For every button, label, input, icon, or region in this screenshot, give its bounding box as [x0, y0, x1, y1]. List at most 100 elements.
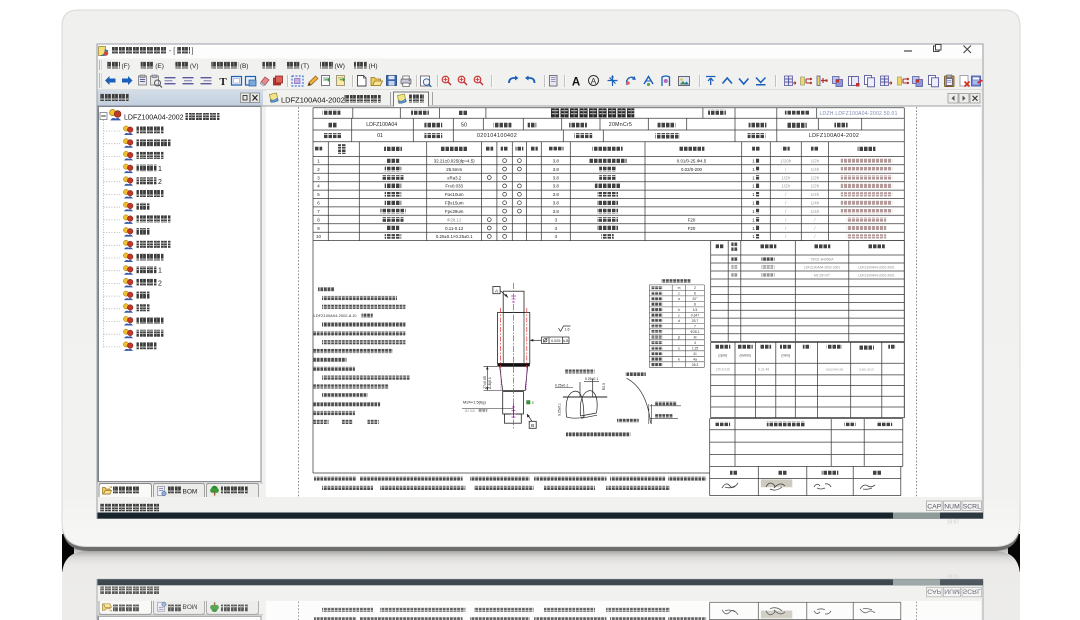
svg-text:A: A [572, 77, 580, 89]
svg-text:1.25: 1.25 [692, 347, 699, 351]
svg-text:28.3: 28.3 [692, 363, 699, 367]
svg-text:Fβ≤15um: Fβ≤15um [445, 201, 464, 206]
svg-text:SCRL: SCRL [963, 504, 981, 511]
svg-text:10: 10 [316, 234, 321, 239]
svg-text:R2.5: R2.5 [602, 383, 606, 390]
svg-text:c: c [678, 314, 680, 318]
svg-text:0.025: 0.025 [551, 339, 561, 343]
svg-text:1/2h: 1/2h [782, 175, 791, 180]
svg-text:25.5mm: 25.5mm [446, 167, 462, 172]
svg-text:3.8: 3.8 [553, 192, 560, 197]
svg-text:A: A [591, 76, 597, 86]
svg-text:Fα≤10um: Fα≤10um [445, 192, 464, 197]
svg-text:1/20h: 1/20h [780, 158, 792, 163]
svg-text:- [: - [ [169, 48, 175, 55]
svg-text:25.7: 25.7 [692, 319, 699, 323]
svg-text:41: 41 [693, 352, 697, 356]
svg-text:NUM: NUM [944, 504, 960, 511]
svg-text:3.8: 3.8 [553, 175, 560, 180]
svg-text:3.8: 3.8 [553, 167, 560, 172]
svg-text:(H): (H) [369, 63, 378, 70]
svg-text:20MnCr5: 20MnCr5 [609, 122, 632, 128]
svg-text:8: 8 [694, 303, 696, 307]
svg-text:(V): (V) [190, 63, 199, 70]
svg-text:B: B [531, 423, 534, 428]
svg-text:LDFZ100A04: LDFZ100A04 [366, 122, 397, 128]
svg-text:]: ] [192, 48, 194, 55]
svg-text:LDZH.LDFZ100A04-2002.50.01: LDZH.LDFZ100A04-2002.50.01 [820, 111, 898, 117]
svg-text:h: h [678, 308, 680, 312]
svg-text:1: 1 [158, 268, 162, 275]
svg-text:0.21-48: 0.21-48 [758, 368, 769, 372]
svg-text:z: z [678, 292, 680, 296]
svg-text:0.01/0-25.Φ4.5: 0.01/0-25.Φ4.5 [677, 158, 707, 163]
svg-text:0.11-0.12: 0.11-0.12 [445, 226, 464, 231]
svg-text:1/4h: 1/4h [811, 201, 820, 206]
svg-text:LDFZ100A04-2002: LDFZ100A04-2002 [281, 96, 345, 105]
svg-text:01: 01 [377, 133, 383, 139]
svg-text:(B): (B) [240, 63, 249, 70]
svg-text:F20: F20 [688, 217, 696, 222]
svg-text:(F): (F) [122, 63, 130, 70]
svg-text:1/4h: 1/4h [811, 192, 820, 197]
svg-text:2: 2 [694, 286, 696, 290]
svg-text:0.25±0.1: 0.25±0.1 [555, 383, 568, 387]
svg-text:1/2h: 1/2h [811, 175, 820, 180]
svg-text:d: d [678, 319, 680, 323]
svg-text:Fp≤29um: Fp≤29um [445, 209, 464, 214]
svg-text:Fr≤0.033: Fr≤0.033 [445, 184, 463, 189]
svg-text:LDFZ100A04-2002-2001: LDFZ100A04-2002-2001 [858, 266, 895, 270]
svg-text:(188)-3019: (188)-3019 [859, 368, 874, 372]
svg-text:A-B|0.1: A-B|0.1 [488, 377, 492, 389]
svg-text:(m/min): (m/min) [740, 354, 751, 358]
svg-text:1/2h: 1/2h [782, 184, 791, 189]
svg-text:LDFZ100A04-2002-2001: LDFZ100A04-2002-2001 [804, 266, 841, 270]
svg-text:3.8: 3.8 [553, 209, 560, 214]
svg-text:B2.5/8: B2.5/8 [465, 409, 475, 413]
svg-text:16:07: 16:07 [947, 520, 960, 526]
svg-text:50: 50 [461, 122, 467, 128]
svg-text:CAP: CAP [927, 504, 941, 511]
svg-text:A-B: A-B [563, 339, 569, 343]
svg-text:20°: 20° [692, 297, 698, 301]
svg-text:0.25±0.1×0.25±0.1: 0.25±0.1×0.25±0.1 [436, 234, 473, 239]
svg-text:2: 2 [158, 179, 162, 186]
svg-text:M: M [694, 336, 697, 340]
svg-text:1(8)1994/198: 1(8)1994/198 [825, 368, 843, 372]
svg-text:(T): (T) [301, 63, 309, 70]
svg-text:1/4h: 1/4h [811, 209, 820, 214]
svg-text:1/2h: 1/2h [811, 184, 820, 189]
svg-text:Φ28.1: Φ28.1 [690, 330, 699, 334]
svg-text:F20: F20 [688, 226, 696, 231]
svg-text:α: α [678, 297, 680, 301]
svg-text:M24×1.5(6g): M24×1.5(6g) [463, 400, 486, 405]
svg-text:135.6-316: 135.6-316 [716, 368, 731, 372]
svg-text:32.21±0.025(dp=4.5): 32.21±0.025(dp=4.5) [434, 158, 475, 163]
svg-text:1/4h: 1/4h [811, 167, 820, 172]
svg-text:LDFZ100A04-2002: LDFZ100A04-2002 [809, 133, 859, 139]
svg-text:≤Ra3.2: ≤Ra3.2 [447, 175, 462, 180]
svg-text:27±0.05: 27±0.05 [483, 376, 487, 389]
svg-text:M2.25×20°: M2.25×20° [814, 274, 831, 278]
svg-text:3.8: 3.8 [553, 184, 560, 189]
svg-text:0.647: 0.647 [691, 314, 700, 318]
svg-text:LDFZ100A04-2002: LDFZ100A04-2002 [124, 115, 184, 122]
svg-text:LDFZ100A04-2002-2001: LDFZ100A04-2002-2001 [858, 274, 895, 278]
svg-text:0.02/0-200: 0.02/0-200 [681, 167, 703, 172]
svg-text:T: T [219, 76, 227, 88]
svg-text:1/4: 1/4 [693, 308, 698, 312]
svg-text:0.25±0.1: 0.25±0.1 [585, 377, 598, 381]
svg-text:1/2h: 1/2h [811, 158, 820, 163]
svg-text:s: s [678, 347, 680, 351]
svg-text:(mm): (mm) [781, 354, 789, 358]
svg-text:3.8: 3.8 [553, 201, 560, 206]
svg-text:2: 2 [158, 280, 162, 287]
svg-text:Φ28.12: Φ28.12 [447, 217, 462, 222]
svg-text:1.6: 1.6 [565, 328, 570, 332]
svg-text:(rpm): (rpm) [718, 354, 727, 358]
svg-text:β: β [678, 336, 680, 340]
svg-text:(E): (E) [155, 63, 164, 70]
svg-text:6: 6 [694, 292, 696, 296]
svg-text:3.8: 3.8 [553, 158, 560, 163]
svg-text:1: 1 [158, 166, 162, 173]
